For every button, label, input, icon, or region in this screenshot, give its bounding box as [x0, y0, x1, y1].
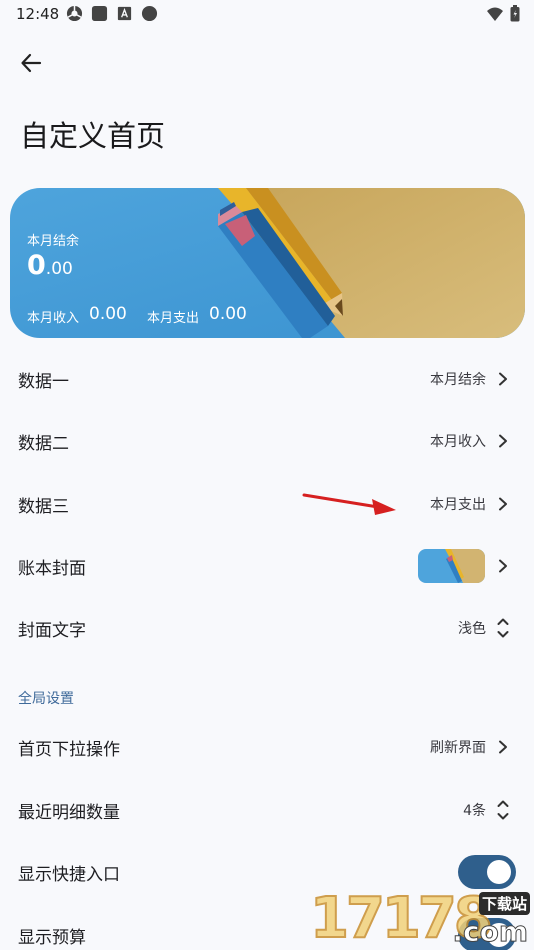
card-expense-value: 0.00: [209, 304, 247, 324]
row-label: 账本封面: [18, 558, 86, 579]
row-label: 最近明细数量: [18, 802, 120, 823]
chevron-right-icon: [499, 372, 507, 386]
chevron-right-icon: [499, 497, 507, 511]
app-circle-icon: [141, 5, 158, 22]
annotation-arrow-icon: [302, 493, 396, 515]
chevron-right-icon: [499, 434, 507, 448]
row-value: 浅色: [458, 621, 486, 637]
row-data-two[interactable]: 数据二 本月收入: [0, 410, 534, 472]
status-system-icons: [486, 5, 520, 22]
row-data-one[interactable]: 数据一 本月结余: [0, 348, 534, 410]
back-button[interactable]: [14, 46, 48, 80]
shortcut-toggle[interactable]: [458, 855, 516, 889]
pencil-cover-image: [10, 188, 525, 338]
row-label: 数据二: [18, 433, 69, 454]
unfold-icon: [497, 618, 509, 638]
wifi-icon: [487, 7, 503, 21]
row-label: 显示快捷入口: [18, 864, 120, 885]
row-label: 首页下拉操作: [18, 739, 120, 760]
pencil-thumbnail-icon: [418, 549, 485, 583]
chevron-right-icon: [499, 740, 507, 754]
watermark-domain: .com: [452, 915, 529, 949]
row-label: 数据一: [18, 371, 69, 392]
row-label: 数据三: [18, 496, 69, 517]
section-header-global: 全局设置: [18, 691, 74, 707]
battery-icon: [510, 5, 520, 22]
row-value: 4条: [463, 803, 486, 819]
watermark-logo: 17178 下载站 .com: [309, 885, 534, 950]
card-balance-decimal: .00: [45, 259, 73, 279]
page-title: 自定义首页: [20, 119, 166, 153]
card-income-value: 0.00: [89, 304, 127, 324]
cover-preview-card: 本月结余 0.00 本月收入 0.00 本月支出 0.00: [10, 188, 525, 338]
app-a-icon: [117, 6, 132, 21]
row-value: 本月支出: [430, 497, 486, 513]
app-square-icon: [91, 5, 108, 22]
row-label: 封面文字: [18, 620, 86, 641]
card-income-label: 本月收入: [27, 311, 80, 326]
row-cover-text[interactable]: 封面文字 浅色: [0, 597, 534, 659]
card-expense-label: 本月支出: [147, 311, 200, 326]
arrow-left-icon: [21, 53, 42, 73]
chevron-right-icon: [499, 559, 507, 573]
status-notification-icons: [66, 5, 158, 22]
row-value: 刷新界面: [430, 740, 486, 756]
row-pull-action[interactable]: 首页下拉操作 刷新界面: [0, 716, 534, 778]
card-balance-value: 0.00: [27, 250, 73, 281]
chrome-icon: [66, 5, 83, 22]
toggle-knob: [487, 860, 511, 884]
status-bar: 12:48: [0, 0, 534, 28]
watermark-site-label: 下载站: [478, 892, 530, 915]
row-cover[interactable]: 账本封面: [0, 535, 534, 597]
status-time: 12:48: [16, 5, 60, 23]
unfold-icon: [497, 800, 509, 820]
row-recent-count[interactable]: 最近明细数量 4条: [0, 779, 534, 841]
row-value: 本月结余: [430, 372, 486, 388]
row-value: 本月收入: [430, 434, 486, 450]
card-balance-int: 0: [27, 250, 46, 281]
row-label: 显示预算: [18, 927, 86, 948]
card-balance-label: 本月结余: [27, 234, 80, 249]
cover-thumbnail: [418, 549, 485, 583]
row-data-three[interactable]: 数据三 本月支出: [0, 473, 534, 535]
